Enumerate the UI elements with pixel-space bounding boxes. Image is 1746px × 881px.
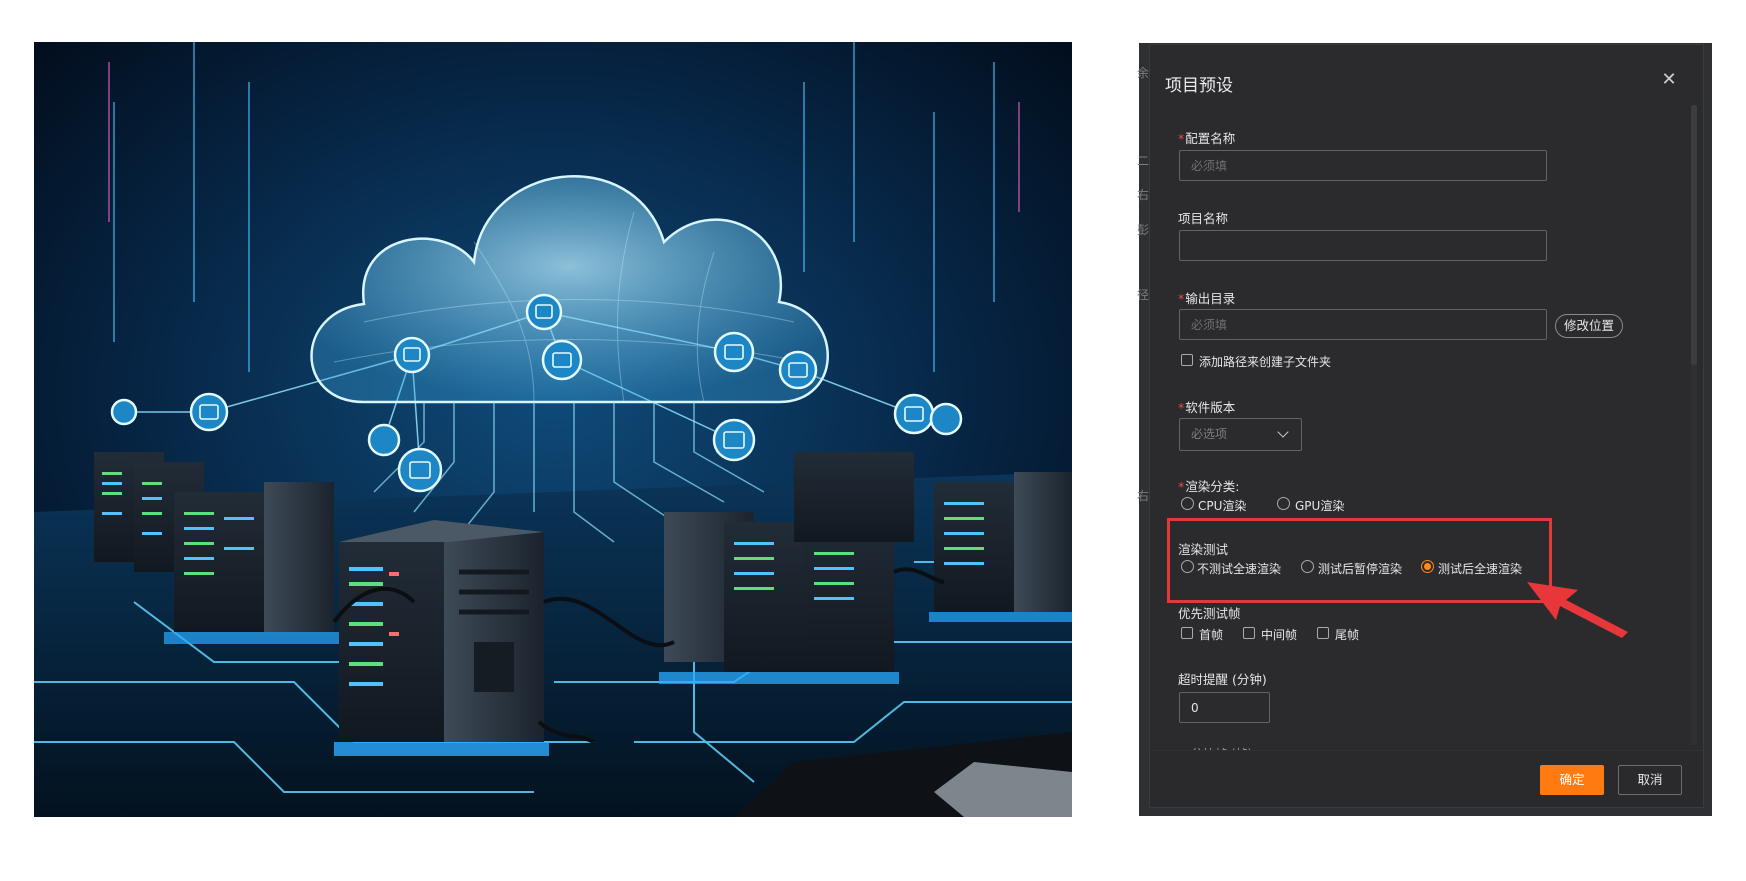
middle-frame-label: 中间帧 (1261, 628, 1298, 642)
subfolder-checkbox[interactable] (1181, 354, 1193, 366)
project-preset-dialog: 项目预设 ✕ *配置名称 项目名称 *输出目录 修改位置 添加路径来创建子文件夹… (1150, 45, 1703, 807)
timeout-input[interactable] (1179, 692, 1270, 723)
change-location-button[interactable]: 修改位置 (1555, 314, 1624, 338)
render-type-cpu-radio[interactable] (1181, 497, 1194, 510)
confirm-button[interactable]: 确定 (1540, 765, 1604, 795)
output-dir-label: *输出目录 (1178, 291, 1236, 306)
render-test-highlight-box (1167, 518, 1552, 603)
background-glyph: 彭 (1137, 223, 1150, 237)
timeout-label: 超时提醒 (分钟) (1178, 672, 1267, 687)
cancel-button[interactable]: 取消 (1618, 765, 1682, 795)
priority-frames-label: 优先测试帧 (1178, 606, 1241, 621)
project-name-label: 项目名称 (1178, 211, 1229, 226)
chevron-down-icon (1277, 426, 1289, 438)
background-glyph: 右 (1137, 188, 1150, 202)
subfolder-checkbox-label: 添加路径来创建子文件夹 (1199, 355, 1332, 369)
config-name-input[interactable] (1179, 150, 1547, 181)
background-glyph: 右 (1137, 489, 1150, 503)
dialog-footer: 确定 取消 (1150, 750, 1703, 807)
config-name-label: *配置名称 (1178, 131, 1236, 146)
software-version-select[interactable]: 必选项 (1179, 418, 1302, 451)
project-name-input[interactable] (1179, 230, 1547, 261)
required-marker: * (1178, 400, 1185, 415)
render-type-cpu-label: CPU渲染 (1198, 499, 1247, 513)
close-icon[interactable]: ✕ (1660, 71, 1678, 89)
scrollbar-thumb[interactable] (1691, 105, 1697, 365)
required-marker: * (1178, 291, 1185, 306)
required-marker: * (1178, 131, 1185, 146)
software-version-value: 必选项 (1191, 427, 1228, 441)
software-version-label: *软件版本 (1178, 400, 1236, 415)
last-frame-label: 尾帧 (1335, 628, 1360, 642)
background-glyph: 二 (1137, 154, 1150, 168)
dialog-title: 项目预设 (1165, 76, 1233, 96)
render-type-label: *渲染分类: (1178, 479, 1240, 494)
middle-frame-checkbox[interactable] (1243, 627, 1255, 639)
required-marker: * (1178, 479, 1185, 494)
first-frame-label: 首帧 (1199, 628, 1224, 642)
first-frame-checkbox[interactable] (1181, 627, 1193, 639)
render-type-gpu-radio[interactable] (1277, 497, 1290, 510)
background-glyph: 径 (1137, 288, 1150, 302)
cloud-servers-illustration (34, 42, 1072, 817)
background-glyph: 余 (1137, 66, 1150, 80)
last-frame-checkbox[interactable] (1317, 627, 1329, 639)
render-type-gpu-label: GPU渲染 (1295, 499, 1345, 513)
output-dir-input[interactable] (1179, 309, 1547, 340)
